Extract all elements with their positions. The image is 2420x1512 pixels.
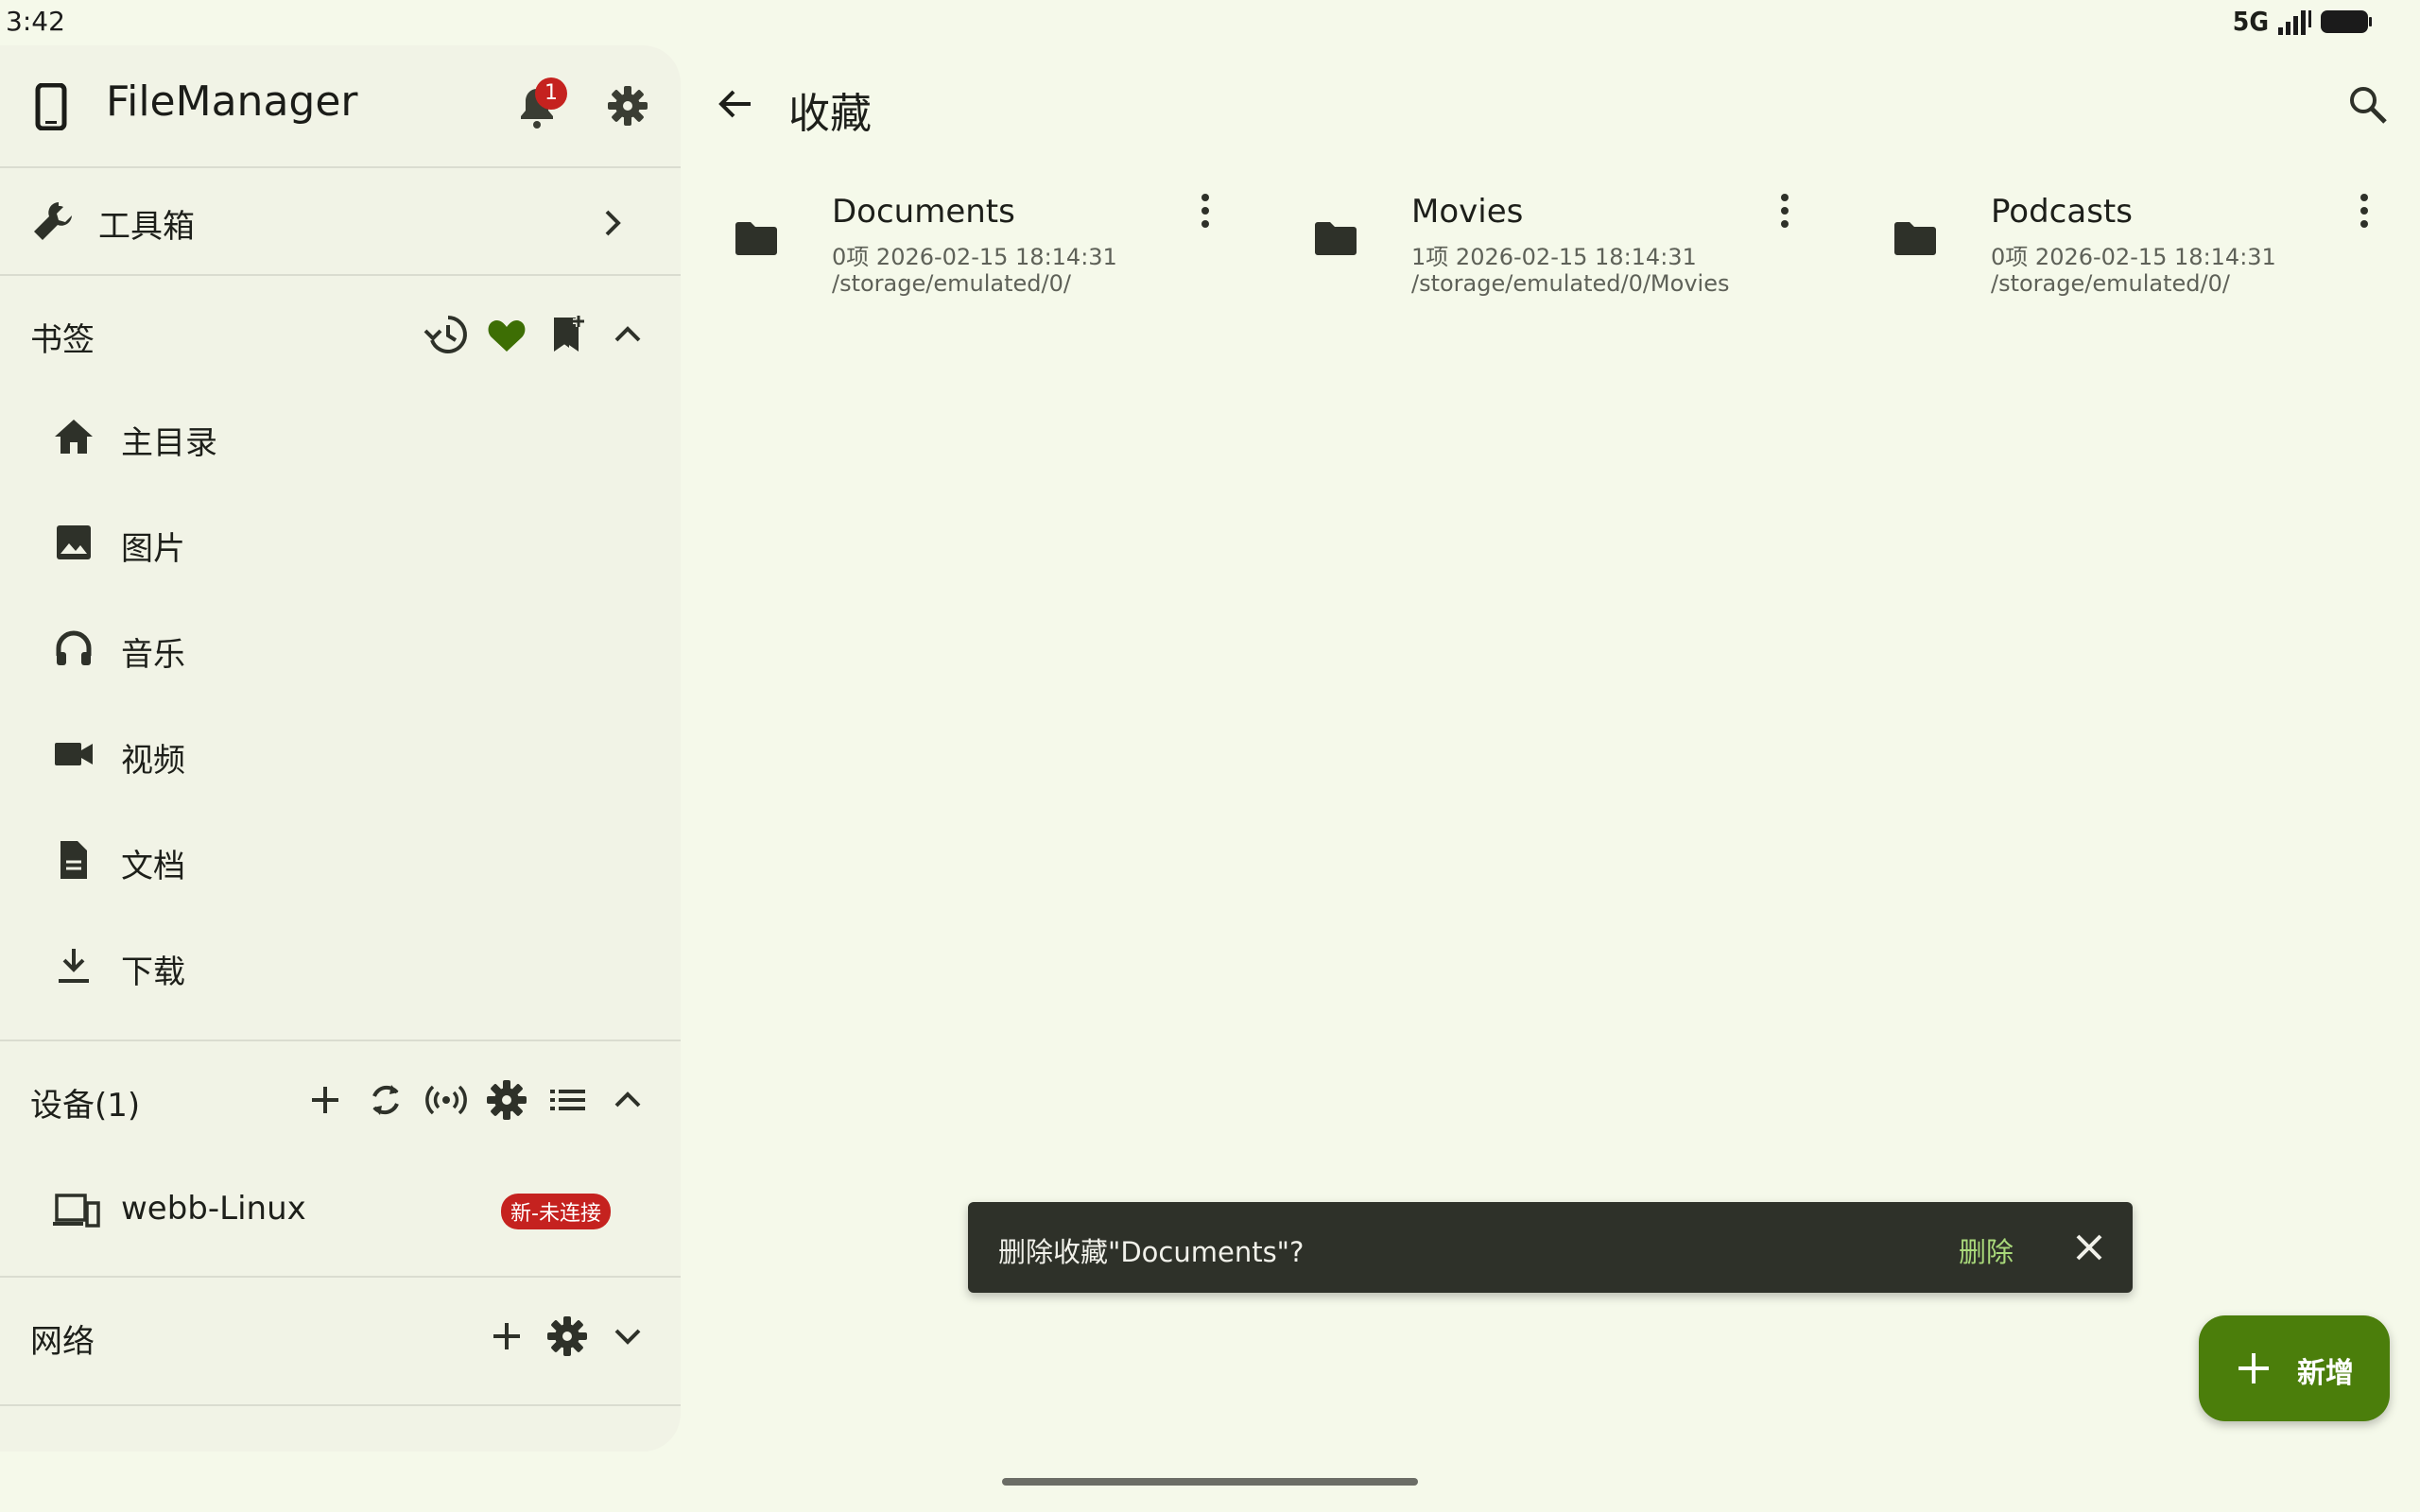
bookmarks-title: 书签 [30,321,95,359]
snackbar-delete-button[interactable]: 删除 [1959,1230,2014,1270]
device-name: webb-Linux [121,1190,306,1228]
navigation-drawer: FileManager 1 工具箱 书签 主目录 图片 音乐 视频 文档 下载 … [0,45,681,1452]
chevron-right-icon [605,210,621,236]
home-icon [55,420,93,454]
drawer-header: FileManager 1 [0,45,681,166]
folder-icon [735,222,777,255]
top-app-bar: 收藏 [681,45,2420,168]
bookmark-label: 视频 [121,742,185,780]
bookmark-label: 音乐 [121,636,185,674]
bookmark-add-icon[interactable] [546,312,592,357]
wrench-icon [34,202,72,240]
favorite-path: /storage/emulated/0/Movies [1411,270,1730,297]
more-vert-icon[interactable] [2350,191,2378,231]
device-status-badge: 新-未连接 [501,1194,611,1229]
toolbox-row[interactable]: 工具箱 [0,168,681,272]
plus-icon [2238,1353,2269,1383]
add-icon[interactable] [484,1314,529,1359]
notification-badge: 1 [535,77,567,110]
add-icon[interactable] [302,1077,348,1123]
bookmark-item-music[interactable]: 音乐 [0,596,681,700]
favorite-item-podcasts[interactable]: Podcasts 0项 2026-02-15 18:14:31 /storage… [1840,180,2407,321]
bookmark-item-documents[interactable]: 文档 [0,808,681,912]
favorite-name: Podcasts [1991,193,2133,231]
list-icon[interactable] [544,1077,590,1123]
favorite-meta: 0项 2026-02-15 18:14:31 [1991,244,2276,270]
add-new-fab[interactable]: 新增 [2199,1315,2390,1421]
favorite-name: Movies [1411,193,1524,231]
broadcast-icon[interactable] [424,1077,469,1123]
bookmark-item-home[interactable]: 主目录 [0,385,681,489]
divider [0,1040,681,1041]
folder-icon [1315,222,1357,255]
device-item[interactable]: webb-Linux 新-未连接 [0,1165,681,1256]
settings-gear-icon[interactable] [605,83,650,129]
bookmark-item-pictures[interactable]: 图片 [0,490,681,594]
more-vert-icon[interactable] [1191,191,1219,231]
bookmark-label: 文档 [121,848,185,885]
page-title: 收藏 [788,90,872,138]
bookmarks-header: 书签 [0,287,681,382]
system-icons: 5G [2233,6,2373,37]
favorite-name: Documents [832,193,1015,231]
settings-gear-icon[interactable] [484,1077,529,1123]
favorite-meta: 0项 2026-02-15 18:14:31 [832,244,1117,270]
snackbar: 删除收藏"Documents"? 删除 [968,1202,2133,1293]
status-time: 3:42 [6,6,65,37]
download-icon [59,949,89,983]
close-icon[interactable] [2070,1228,2108,1266]
favorite-item-movies[interactable]: Movies 1项 2026-02-15 18:14:31 /storage/e… [1260,180,1827,321]
gesture-handle[interactable] [1002,1478,1418,1486]
battery-icon [2321,9,2372,33]
chevron-up-icon[interactable] [605,1077,650,1123]
bookmark-item-downloads[interactable]: 下载 [0,914,681,1018]
history-icon[interactable] [424,312,469,357]
document-icon [60,841,87,879]
fab-label: 新增 [2297,1357,2354,1390]
devices-title: 设备(1) [30,1087,141,1125]
sync-icon[interactable] [363,1077,408,1123]
network-type: 5G [2232,6,2269,37]
devices-icon [53,1194,100,1228]
favorite-path: /storage/emulated/0/ [832,270,1071,297]
signal-icon [2278,9,2311,35]
favorite-path: /storage/emulated/0/ [1991,270,2230,297]
video-icon [55,743,93,765]
snackbar-message: 删除收藏"Documents"? [998,1236,1305,1268]
bookmark-label: 下载 [121,954,185,991]
status-bar: 3:42 5G [0,0,2420,43]
more-vert-icon[interactable] [1771,191,1799,231]
app-title: FileManager [106,77,358,126]
divider [0,1276,681,1278]
devices-header: 设备(1) [0,1053,681,1147]
bookmark-label: 主目录 [121,424,217,462]
divider [0,1404,681,1406]
favorite-heart-icon[interactable] [484,312,529,357]
chevron-down-icon[interactable] [605,1314,650,1359]
search-icon[interactable] [2344,81,2392,129]
back-arrow-icon[interactable] [713,81,758,127]
chevron-up-icon[interactable] [605,312,650,357]
divider [0,274,681,276]
network-header: 网络 [0,1289,681,1383]
settings-gear-icon[interactable] [544,1314,590,1359]
bookmark-label: 图片 [121,530,185,568]
favorite-item-documents[interactable]: Documents 0项 2026-02-15 18:14:31 /storag… [681,180,1248,321]
favorite-meta: 1项 2026-02-15 18:14:31 [1411,244,1697,270]
headphones-icon [56,630,92,665]
toolbox-label: 工具箱 [98,208,195,246]
phone-icon [35,83,67,130]
image-icon [57,525,91,559]
bookmark-item-videos[interactable]: 视频 [0,702,681,806]
folder-icon [1894,222,1936,255]
network-title: 网络 [30,1323,95,1361]
